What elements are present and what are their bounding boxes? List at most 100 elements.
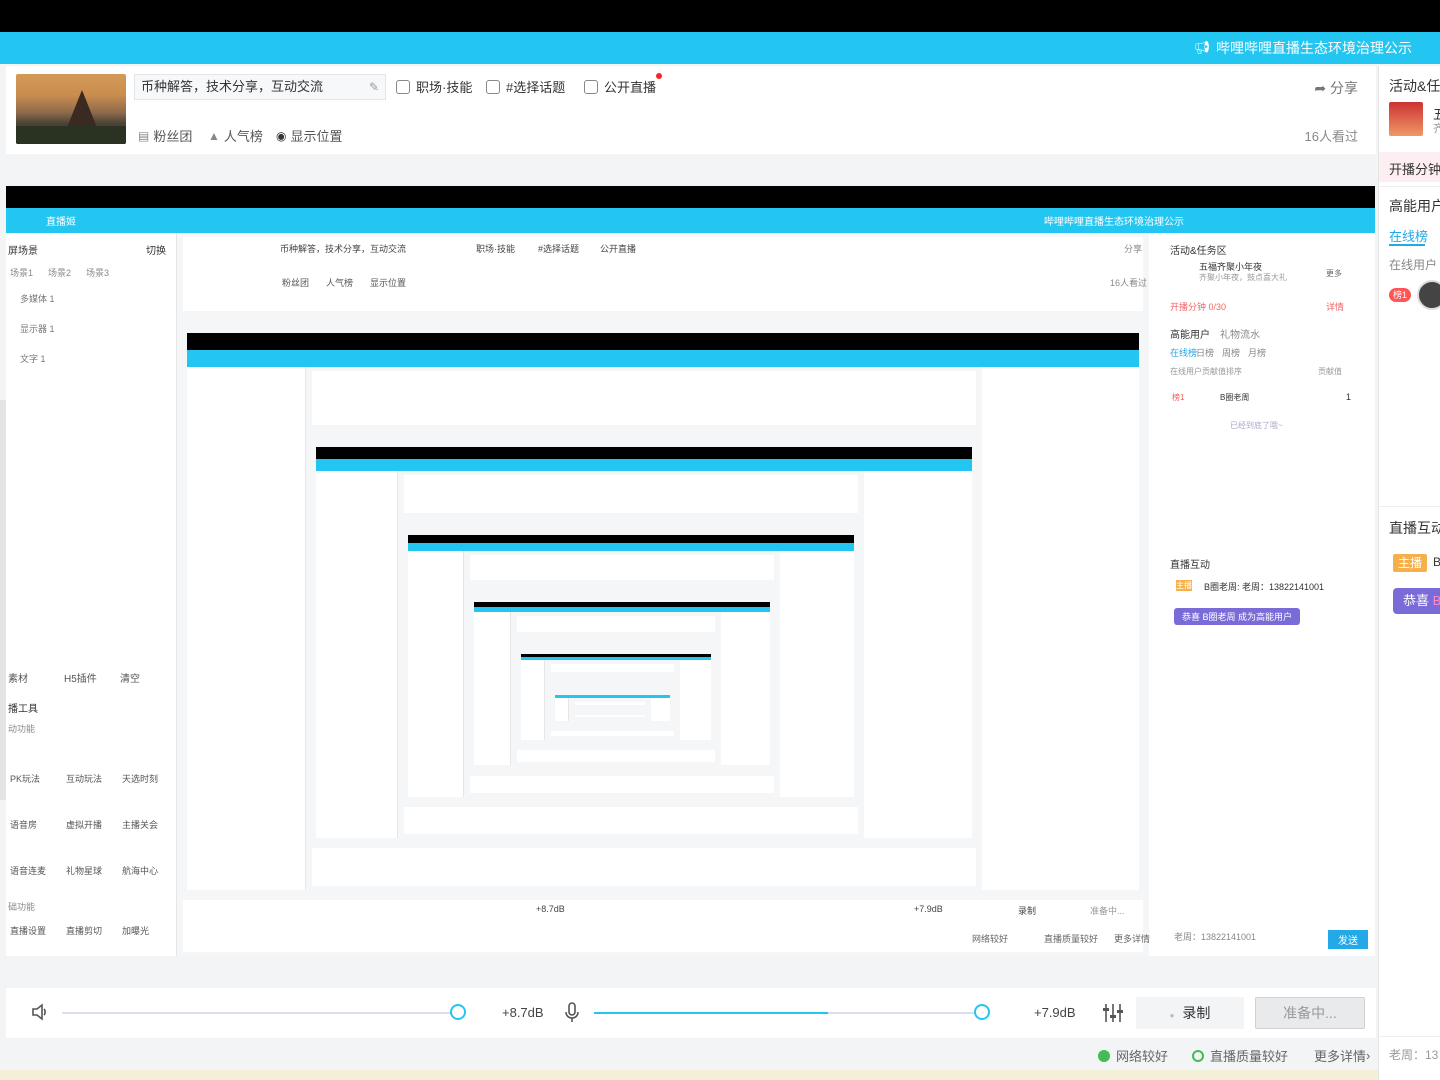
congrats-message: 恭喜 B: [1393, 588, 1440, 614]
capture-tool-item[interactable]: PK玩法: [10, 772, 40, 785]
capture-congrats: 恭喜 B圈老周 成为高能用户: [1174, 608, 1301, 625]
capture-sidebar: [316, 470, 399, 838]
room-title-field[interactable]: 币种解答，技术分享，互动交流 ✎: [134, 74, 386, 100]
capture-share[interactable]: 分享: [1124, 242, 1142, 255]
record-button[interactable]: ● 录制: [1136, 997, 1244, 1029]
right-panel: 活动&任 五 齐 开播分钟 高能用户 在线榜 在线用户 榜1 直播互动 主播 B…: [1378, 66, 1440, 1080]
capture-rank-tab[interactable]: 周榜: [1222, 346, 1240, 359]
capture-sidebar: [554, 698, 570, 721]
category-tag[interactable]: 职场·技能: [396, 77, 472, 96]
capture-subtag[interactable]: 人气榜: [326, 276, 353, 289]
capture-tool-item[interactable]: 航海中心: [122, 864, 158, 877]
capture-rank-tab[interactable]: 在线榜: [1170, 346, 1197, 359]
microphone-icon[interactable]: [564, 1002, 580, 1024]
edit-icon[interactable]: ✎: [369, 75, 379, 99]
speaker-icon[interactable]: [30, 1002, 50, 1022]
capture-scene-tab[interactable]: 场景2: [48, 266, 71, 279]
tab-online-rank[interactable]: 在线榜: [1389, 226, 1428, 245]
capture-tool-item[interactable]: 天选时刻: [122, 772, 158, 785]
mic-volume-knob[interactable]: [974, 1004, 990, 1020]
capture-room-title: 币种解答，技术分享，互动交流: [280, 244, 407, 254]
mic-volume-slider[interactable]: [594, 1012, 990, 1014]
capture-info-bar: [575, 702, 645, 705]
quality-label: 直播质量较好: [1210, 1049, 1289, 1064]
location-link[interactable]: ◉ 显示位置: [276, 126, 343, 145]
mixer-icon[interactable]: [1102, 1002, 1124, 1024]
capture-notice[interactable]: 哔哩哔哩直播生态环境治理公示: [1044, 213, 1184, 228]
share-button[interactable]: ➦ 分享: [1314, 78, 1358, 98]
start-live-button[interactable]: 准备中...: [1255, 997, 1365, 1029]
speaker-volume-knob[interactable]: [450, 1004, 466, 1020]
divider: [1379, 186, 1440, 187]
live-preview[interactable]: 直播姬 哔哩哔哩直播生态环境治理公示 屏场景 切换 场景1 场景2 场景3 多媒体 1 显示器 …: [6, 186, 1375, 956]
share-icon: ➦: [1314, 80, 1327, 96]
capture-record-button[interactable]: 录制: [1018, 904, 1036, 917]
capture-func-heading: 础功能: [8, 902, 36, 912]
capture-tool-item[interactable]: 主播关会: [122, 818, 158, 831]
rank-badge: 榜1: [1389, 288, 1411, 302]
capture-right-panel: [650, 698, 670, 721]
capture-tag[interactable]: #选择话题: [538, 242, 579, 255]
capture-more-link[interactable]: 更多: [1326, 268, 1342, 279]
capture-more-details[interactable]: 更多详情: [1114, 932, 1150, 945]
capture-tool-item[interactable]: 直播剪切: [66, 924, 102, 937]
capture-audio-bar: [469, 775, 775, 794]
capture-tag[interactable]: 职场·技能: [476, 242, 515, 255]
popularity-label: 人气榜: [223, 129, 263, 144]
capture-tag[interactable]: 公开直播: [600, 242, 636, 255]
fan-club-label: 粉丝团: [153, 129, 193, 144]
capture-source-item[interactable]: 多媒体 1: [20, 292, 55, 305]
capture-tool-button[interactable]: H5插件: [64, 670, 97, 685]
capture-rank-tab[interactable]: 月榜: [1248, 346, 1266, 359]
capture-tool-item[interactable]: 加曝光: [122, 924, 149, 937]
divider: [1379, 506, 1440, 507]
capture-tool-item[interactable]: 直播设置: [10, 924, 46, 937]
more-details-label: 更多详情: [1314, 1049, 1367, 1064]
capture-rank-tab[interactable]: 日榜: [1196, 346, 1214, 359]
more-details-link[interactable]: 更多详情 ›: [1314, 1046, 1370, 1065]
capture-tool-item[interactable]: 语音房: [10, 818, 37, 831]
popularity-link[interactable]: ▲ 人气榜: [208, 126, 263, 145]
capture-subtag[interactable]: 显示位置: [370, 276, 406, 289]
capture-tool-item[interactable]: 语音连麦: [10, 864, 46, 877]
speaker-db: +8.7dB: [502, 1005, 544, 1020]
capture-audio-bar: [575, 714, 645, 717]
capture-speaker-db: +8.7dB: [536, 904, 565, 914]
speaker-volume-slider[interactable]: [62, 1012, 458, 1014]
capture-send-button[interactable]: 发送: [1328, 930, 1368, 949]
viewer-count: 16人看过: [1304, 129, 1358, 144]
capture-tool-item[interactable]: 互动玩法: [66, 772, 102, 785]
notice-link[interactable]: 哔哩哔哩直播生态环境治理公示: [1216, 38, 1412, 58]
public-live-icon: [584, 79, 598, 94]
capture-end-text: 已经到底了哦~: [1230, 421, 1283, 430]
capture-source-item[interactable]: 文字 1: [20, 352, 46, 365]
capture-user-value: 1: [1346, 392, 1352, 402]
capture-scene-tab[interactable]: 场景1: [10, 266, 33, 279]
capture-detail-link[interactable]: 详情: [1326, 300, 1344, 313]
capture-gift-tab[interactable]: 礼物流水: [1220, 326, 1260, 341]
capture-right-panel: [1149, 232, 1375, 956]
fan-club-link[interactable]: ▤ 粉丝团: [138, 126, 192, 145]
capture-scene-heading: 屏场景: [8, 246, 38, 257]
chat-input[interactable]: 老周：13: [1389, 1046, 1438, 1063]
capture-audio-bar: [312, 847, 977, 886]
capture-tool-item[interactable]: 礼物星球: [66, 864, 102, 877]
top-black-bar: [0, 0, 1440, 32]
start-minutes-label: 开播分钟: [1389, 162, 1440, 177]
capture-switch-button[interactable]: 切换: [146, 242, 166, 257]
capture-chat-input[interactable]: 老周：13822141001: [1174, 930, 1256, 943]
public-live-tag[interactable]: 公开直播: [584, 73, 663, 96]
capture-subtag[interactable]: 粉丝团: [282, 276, 309, 289]
capture-tool-item[interactable]: 虚拟开播: [66, 818, 102, 831]
capture-sidebar: [473, 612, 511, 766]
room-cover[interactable]: [16, 74, 126, 144]
activity-thumbnail[interactable]: [1389, 102, 1423, 136]
capture-source-item[interactable]: 显示器 1: [20, 322, 55, 335]
capture-prepare-button[interactable]: 准备中...: [1090, 904, 1125, 917]
capture-info-bar: [312, 371, 977, 426]
capture-scene-tab[interactable]: 场景3: [86, 266, 109, 279]
topic-tag[interactable]: #选择话题: [486, 77, 565, 96]
capture-tool-button[interactable]: 清空: [120, 670, 140, 685]
avatar[interactable]: [1417, 280, 1440, 310]
capture-tool-button[interactable]: 素材: [8, 670, 28, 685]
